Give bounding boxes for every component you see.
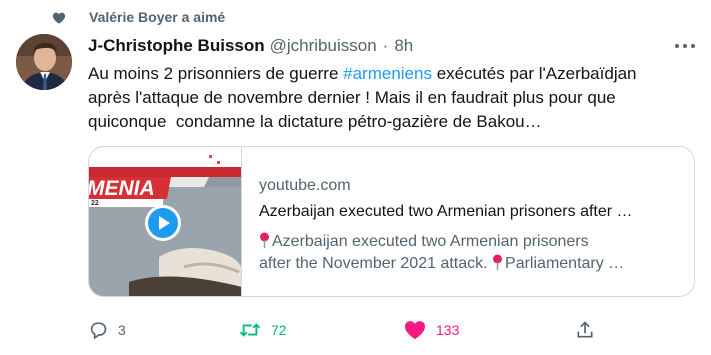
card-title: Azerbaijan executed two Armenian prisone… (259, 203, 633, 220)
pin-icon (493, 254, 503, 270)
card-description-line: Azerbaijan executed two Armenian prisone… (259, 231, 689, 253)
card-domain: youtube.com (259, 177, 351, 194)
card-meta: youtube.com Azerbaijan executed two Arme… (259, 175, 689, 275)
thumbnail-subcaption: 22 (91, 200, 99, 207)
tweet-actions: 3 72 133 (88, 317, 698, 343)
card-description-text: Azerbaijan executed two Armenian prisone… (272, 233, 589, 250)
retweet-count: 72 (271, 322, 287, 338)
tweet-text: Au moins 2 prisonniers de guerre #armeni… (88, 62, 698, 134)
tweet-header: J-Christophe Buisson @jchribuisson · 8h (88, 34, 413, 58)
reply-count: 3 (118, 322, 126, 338)
avatar-image (16, 34, 72, 90)
link-preview-card[interactable]: MENIA 22 youtube.com Azerbaijan executed… (88, 146, 695, 297)
card-description-line: after the November 2021 attack. Parliame… (259, 253, 689, 275)
tweet-text-line: après l'attaque de novembre dernier ! Ma… (88, 88, 616, 107)
tweet-timestamp[interactable]: 8h (394, 36, 413, 56)
social-context-text[interactable]: Valérie Boyer a aimé (89, 9, 225, 25)
author-handle[interactable]: @jchribuisson (270, 36, 377, 56)
video-thumbnail[interactable]: MENIA 22 (89, 147, 242, 296)
retweet-button[interactable]: 72 (239, 317, 287, 343)
tweet-text-line: Au moins 2 prisonniers de guerre #armeni… (88, 62, 698, 86)
card-description: Azerbaijan executed two Armenian prisone… (259, 231, 689, 275)
like-icon (405, 321, 425, 340)
share-icon (577, 321, 593, 338)
more-options-button[interactable] (672, 36, 698, 56)
card-description-text: Parliamentary … (505, 255, 625, 272)
thumbnail-caption: MENIA (89, 177, 155, 200)
author-name[interactable]: J-Christophe Buisson (88, 36, 265, 56)
reply-icon (90, 322, 107, 340)
avatar[interactable] (16, 34, 72, 90)
pin-icon (260, 232, 269, 248)
card-description-text: after the November 2021 attack. (259, 255, 488, 272)
play-icon[interactable] (145, 205, 181, 241)
tweet-text-segment: exécutés par l'Azerbaïdjan (431, 64, 637, 83)
tweet-text-segment: Au moins 2 prisonniers de guerre (88, 64, 344, 83)
reply-button[interactable]: 3 (88, 317, 126, 343)
retweet-icon (239, 323, 261, 337)
like-count: 133 (436, 322, 460, 338)
more-icon (675, 44, 695, 48)
heart-icon (52, 12, 66, 24)
hashtag-link[interactable]: #armeniens (343, 64, 432, 83)
header-separator: · (382, 36, 389, 55)
like-button[interactable]: 133 (404, 317, 459, 343)
share-button[interactable] (575, 317, 595, 343)
tweet-text-line: quiconque condamne la dictature pétro-ga… (88, 112, 542, 131)
